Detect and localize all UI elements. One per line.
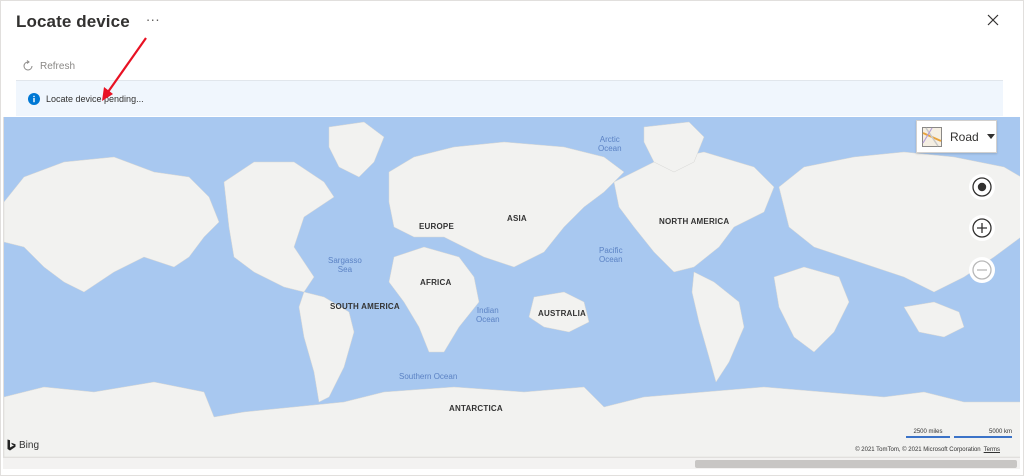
page-title: Locate device — [16, 12, 130, 31]
map-canvas[interactable]: EUROPE ASIA NORTH AMERICA AFRICA SOUTH A… — [3, 117, 1020, 457]
refresh-icon — [23, 60, 33, 71]
map-style-label: Road — [950, 129, 979, 144]
zoom-in-button[interactable] — [969, 215, 995, 241]
label-pacific-ocean: Pacific Ocean — [599, 246, 623, 264]
world-map — [4, 121, 1020, 457]
terms-link[interactable]: Terms — [984, 447, 1000, 453]
panel-header: Locate device ··· — [16, 10, 160, 34]
close-icon[interactable] — [986, 13, 1000, 27]
target-icon — [972, 177, 992, 197]
label-asia: ASIA — [507, 214, 527, 223]
label-southern-ocean: Southern Ocean — [399, 372, 458, 381]
label-indian-ocean: Indian Ocean — [476, 306, 500, 324]
map-copyright: © 2021 TomTom, © 2021 Microsoft Corporat… — [855, 447, 1000, 453]
status-message: Locate device pending... — [46, 93, 144, 104]
road-map-icon — [922, 126, 942, 147]
minus-icon — [972, 260, 992, 280]
status-banner: Locate device pending... — [16, 80, 1003, 116]
scale-miles: 2500 miles — [906, 429, 950, 438]
label-sargasso-sea: Sargasso Sea — [328, 256, 362, 274]
info-icon — [28, 92, 40, 105]
horizontal-scrollbar[interactable] — [3, 457, 1020, 469]
label-antarctica: ANTARCTICA — [449, 404, 503, 413]
zoom-out-button[interactable] — [969, 257, 995, 283]
locate-me-button[interactable] — [969, 174, 995, 200]
more-options-button[interactable]: ··· — [146, 12, 160, 26]
scrollbar-thumb[interactable] — [695, 460, 1017, 468]
chevron-down-icon — [986, 134, 995, 139]
scale-km: 5000 km — [954, 429, 1012, 438]
label-europe: EUROPE — [419, 222, 454, 231]
refresh-label: Refresh — [40, 60, 76, 72]
label-south-america: SOUTH AMERICA — [330, 302, 400, 311]
refresh-button[interactable]: Refresh — [22, 58, 75, 74]
map-style-dropdown[interactable]: Road — [916, 120, 997, 153]
bing-icon — [7, 439, 16, 451]
plus-icon — [972, 218, 992, 238]
label-australia: AUSTRALIA — [538, 309, 587, 318]
bing-label: Bing — [19, 439, 40, 451]
label-africa: AFRICA — [420, 278, 452, 287]
label-arctic-ocean: Arctic Ocean — [598, 135, 622, 153]
bing-logo: Bing — [7, 439, 39, 451]
label-north-america: NORTH AMERICA — [659, 217, 730, 226]
